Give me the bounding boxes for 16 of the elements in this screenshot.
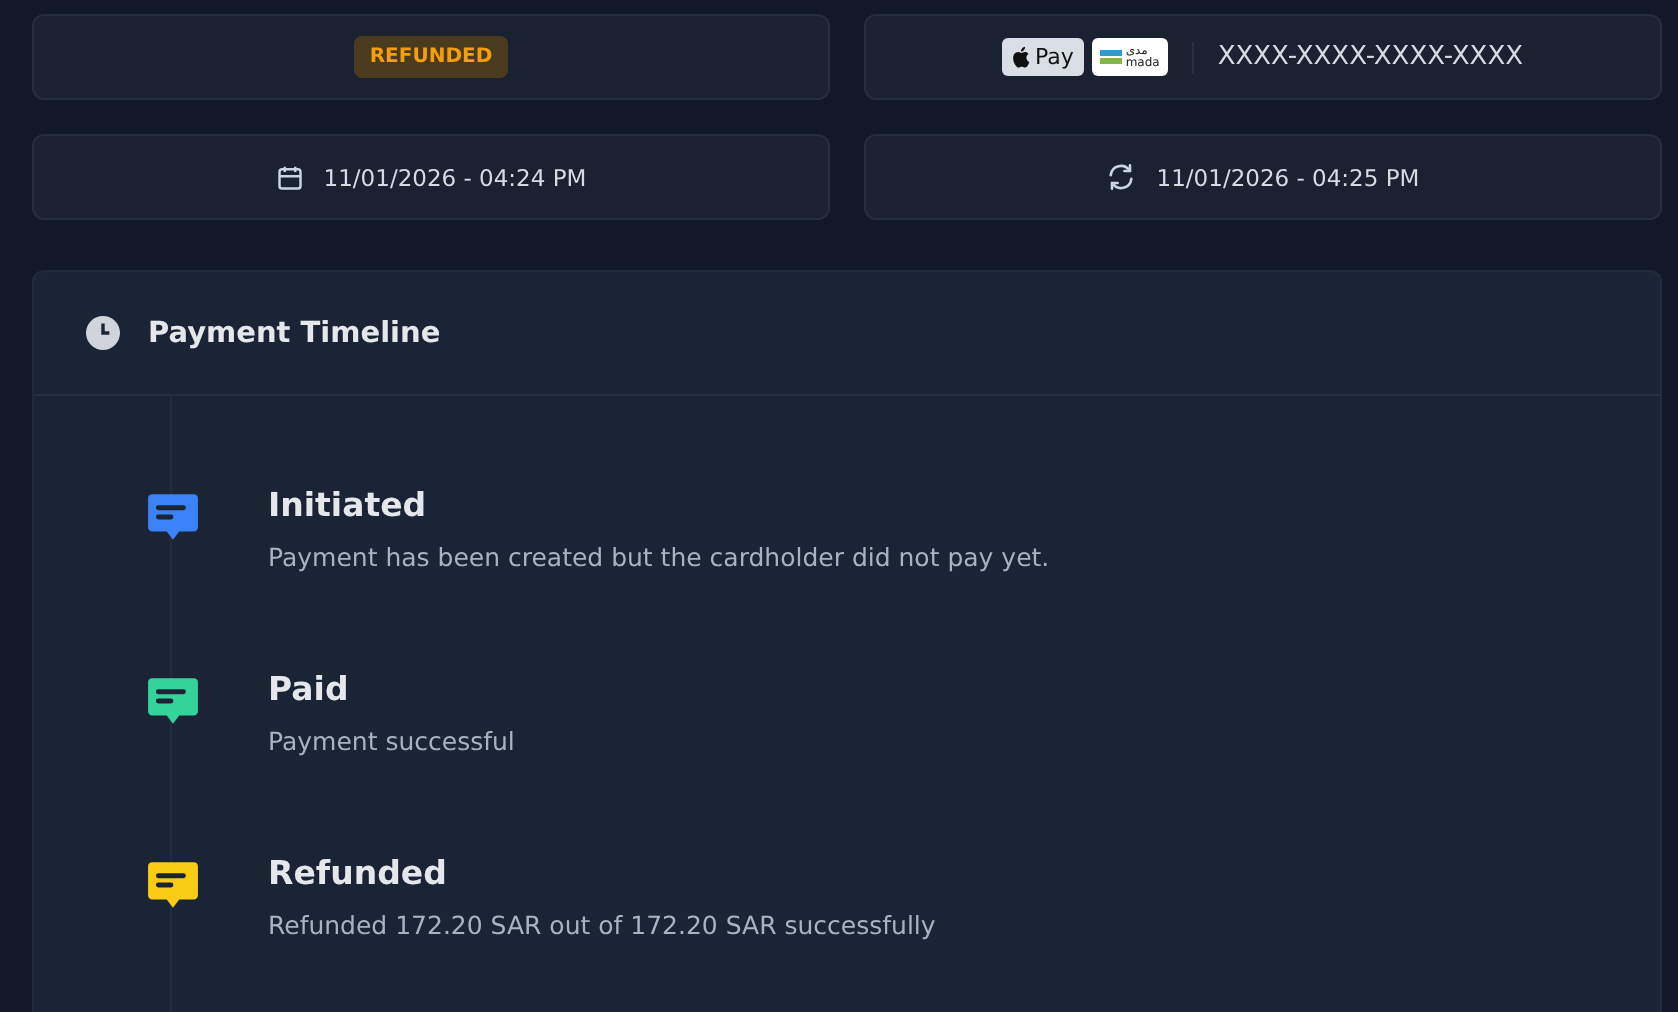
event-description: Payment successful — [268, 726, 515, 756]
clock-icon — [86, 316, 120, 350]
event-title: Paid — [268, 670, 351, 708]
panel-title: Payment Timeline — [148, 317, 441, 349]
date-text: 11/01/2026 - 04:25 PM — [1156, 163, 1420, 191]
calendar-icon — [275, 163, 304, 191]
card-number: XXXX-XXXX-XXXX-XXXX — [1217, 42, 1524, 72]
event-description: Refunded 172.20 SAR out of 172.20 SAR successfully — [268, 910, 936, 940]
refresh-icon — [1106, 162, 1137, 192]
status-badge: REFUNDED — [353, 36, 509, 78]
event-title: Initiated — [268, 486, 429, 524]
event-title: Refunded — [268, 854, 449, 892]
apple-pay-logo: Pay — [1002, 38, 1084, 76]
date-text: 11/01/2026 - 04:24 PM — [323, 163, 587, 191]
apple-icon — [1012, 46, 1031, 68]
event-description: Payment has been created but the cardholder did not pay yet. — [268, 542, 1050, 572]
